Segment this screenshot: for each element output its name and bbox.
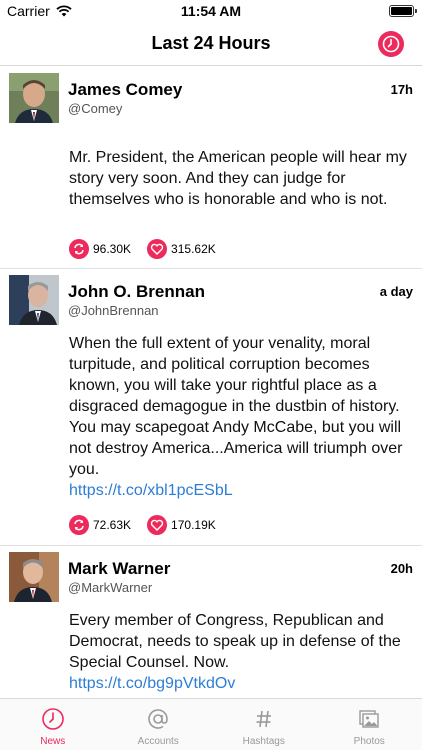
tweet-author-handle: @Comey xyxy=(68,101,123,116)
status-bar: Carrier 11:54 AM xyxy=(0,0,422,22)
tweet-card[interactable]: Mark Warner @MarkWarner 20h Every member… xyxy=(0,546,422,698)
like-stat[interactable]: 170.19K xyxy=(147,515,216,535)
tab-photos[interactable]: Photos xyxy=(317,699,422,750)
hashtag-icon xyxy=(251,706,277,732)
avatar[interactable] xyxy=(9,275,59,325)
retweet-count: 72.63K xyxy=(93,518,132,532)
tweet-text: Every member of Congress, Republican and… xyxy=(69,610,414,694)
tweet-text: When the full extent of your venality, m… xyxy=(69,333,414,501)
tab-accounts[interactable]: Accounts xyxy=(106,699,212,750)
tab-hashtags[interactable]: Hashtags xyxy=(211,699,317,750)
tweet-stats: 96.30K 315.62K xyxy=(69,239,216,259)
retweet-icon xyxy=(69,239,89,259)
at-sign-icon xyxy=(145,706,171,732)
tweet-feed[interactable]: James Comey @Comey 17h Mr. President, th… xyxy=(0,67,422,698)
avatar[interactable] xyxy=(9,552,59,602)
tab-bar: News Accounts Hashtags Photos xyxy=(0,698,422,750)
tweet-link[interactable]: https://t.co/bg9pVtkdOv xyxy=(69,673,414,694)
tweet-card[interactable]: John O. Brennan @JohnBrennan a day When … xyxy=(0,269,422,546)
tweet-card[interactable]: James Comey @Comey 17h Mr. President, th… xyxy=(0,67,422,269)
tab-label: News xyxy=(40,736,66,747)
tweet-body-text: When the full extent of your venality, m… xyxy=(69,335,403,478)
tweet-author-handle: @MarkWarner xyxy=(68,580,153,595)
tab-label: Hashtags xyxy=(242,736,285,747)
nav-bar: Last 24 Hours xyxy=(0,22,422,66)
tweet-timestamp: 20h xyxy=(390,561,413,576)
tab-label: Photos xyxy=(353,736,385,747)
battery-icon xyxy=(389,5,417,17)
avatar[interactable] xyxy=(9,73,59,123)
tab-label: Accounts xyxy=(137,736,179,747)
tweet-author-name: John O. Brennan xyxy=(68,282,205,301)
heart-icon xyxy=(147,239,168,259)
tweet-author-name: James Comey xyxy=(68,80,183,99)
tweet-text: Mr. President, the American people will … xyxy=(69,147,414,210)
tweet-author-handle: @JohnBrennan xyxy=(68,303,159,318)
tweet-body-text: Every member of Congress, Republican and… xyxy=(69,612,401,671)
page-title: Last 24 Hours xyxy=(151,33,271,53)
clock-icon xyxy=(40,706,66,732)
tweet-timestamp: 17h xyxy=(390,82,413,97)
tweet-body-text: Mr. President, the American people will … xyxy=(69,149,407,208)
tweet-stats: 72.63K 170.19K xyxy=(69,515,216,535)
photos-icon xyxy=(356,706,382,732)
like-count: 170.19K xyxy=(171,518,216,532)
clock-icon[interactable] xyxy=(378,31,404,57)
like-count: 315.62K xyxy=(171,242,216,256)
like-stat[interactable]: 315.62K xyxy=(147,239,216,259)
retweet-stat[interactable]: 72.63K xyxy=(69,515,131,535)
tweet-author-name: Mark Warner xyxy=(68,559,171,578)
tab-news[interactable]: News xyxy=(0,699,106,750)
tweet-timestamp: a day xyxy=(379,284,413,299)
retweet-stat[interactable]: 96.30K xyxy=(69,239,131,259)
heart-icon xyxy=(147,515,168,535)
status-time: 11:54 AM xyxy=(180,3,242,19)
tweet-link[interactable]: https://t.co/xbl1pcESbL xyxy=(69,480,414,501)
retweet-count: 96.30K xyxy=(93,242,132,256)
retweet-icon xyxy=(69,515,89,535)
